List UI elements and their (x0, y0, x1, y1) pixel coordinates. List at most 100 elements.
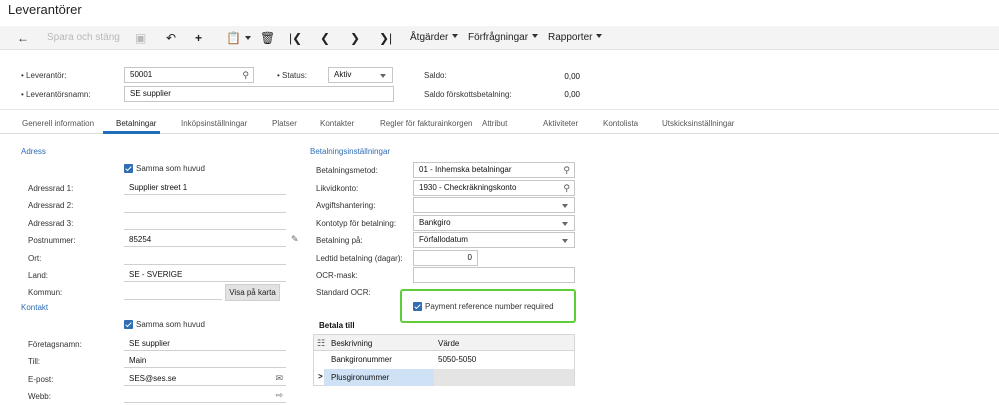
clipboard-icon[interactable]: 📋 (226, 26, 251, 50)
company-name-label: Företagsnamn: (28, 340, 82, 349)
table-row[interactable]: Bankgironummer (331, 355, 392, 364)
table-cell[interactable]: 5050-5050 (438, 355, 476, 364)
vendor-label: • Leverantör: (21, 71, 67, 80)
undo-icon[interactable]: ↶ (166, 26, 176, 50)
city-field[interactable] (124, 251, 286, 265)
contact-same-as-main-checkbox[interactable] (124, 320, 133, 329)
payment-settings-title: Betalningsinställningar (310, 147, 391, 156)
tab-attributes[interactable]: Attribut (482, 119, 507, 128)
save-close-button[interactable]: Spara och stäng (47, 26, 120, 50)
address-line3-label: Adressrad 3: (28, 219, 74, 228)
show-on-map-button[interactable]: Visa på karta (225, 284, 280, 301)
balance-label: Saldo: (424, 71, 447, 80)
balance-value: 0,00 (564, 72, 580, 81)
country-field[interactable]: SE - SVERIGE (124, 268, 286, 282)
tab-activities[interactable]: Aktiviteter (543, 119, 578, 128)
pay-to-grid: ☷ Beskrivning Värde Bankgironummer 5050-… (313, 334, 575, 386)
mail-icon[interactable]: ✉ (275, 372, 283, 385)
account-type-label: Kontotyp för betalning: (316, 219, 397, 228)
pay-on-select[interactable]: Förfallodatum (413, 232, 575, 248)
tab-invoice-inbox-rules[interactable]: Regler för fakturainkorgen (380, 119, 473, 128)
grid-settings-icon[interactable]: ☷ (317, 338, 325, 349)
vendor-field[interactable]: 50001 ⚲ (124, 67, 254, 83)
actions-menu[interactable]: Åtgärder (410, 26, 459, 50)
floppy-icon[interactable]: ▣ (135, 26, 146, 50)
email-label: E-post: (28, 375, 54, 384)
tab-contacts[interactable]: Kontakter (320, 119, 354, 128)
chevron-left-icon[interactable]: ❮ (320, 26, 330, 50)
active-tab-indicator (103, 131, 160, 134)
same-as-main-checkbox[interactable] (124, 164, 133, 173)
pay-on-label: Betalning på: (316, 236, 363, 245)
company-name-field[interactable]: SE supplier (124, 337, 286, 351)
prepay-balance-label: Saldo förskottsbetalning: (424, 90, 512, 99)
table-row[interactable]: Plusgironummer (331, 373, 389, 382)
row-pointer-icon: > (318, 372, 323, 381)
municipality-field[interactable] (124, 286, 222, 300)
address-line2-field[interactable] (124, 199, 286, 213)
tab-general[interactable]: Generell information (22, 119, 94, 128)
payment-ref-required-label: Payment reference number required (425, 302, 554, 311)
tab-delivery-settings[interactable]: Utskicksinställningar (662, 119, 734, 128)
tab-purchase-settings[interactable]: Inköpsinställningar (181, 119, 247, 128)
search-icon[interactable]: ⚲ (563, 181, 570, 195)
search-icon[interactable]: ⚲ (242, 68, 249, 82)
chevron-right-icon[interactable]: ❯ (350, 26, 360, 50)
country-label: Land: (28, 271, 49, 280)
contact-same-as-main-label: Samma som huvud (136, 320, 205, 329)
vendor-name-label: • Leverantörsnamn: (21, 90, 91, 99)
web-label: Webb: (28, 392, 51, 401)
toolbar: ← Spara och stäng ▣ ↶ + 📋 🗑 |❮ ❮ ❯ ❯| Åt… (0, 26, 999, 50)
tab-locations[interactable]: Platser (272, 119, 297, 128)
charge-handling-select[interactable] (413, 197, 575, 213)
postal-code-field[interactable]: 85254 (124, 233, 286, 247)
tab-account-list[interactable]: Kontolista (603, 119, 638, 128)
column-header-value[interactable]: Värde (438, 339, 459, 348)
contact-section-title: Kontakt (21, 303, 49, 312)
postal-code-label: Postnummer: (28, 236, 76, 245)
lead-time-field[interactable]: 0 (413, 250, 478, 266)
payment-method-field[interactable]: 01 - Inhemska betalningar ⚲ (413, 162, 575, 178)
cash-account-label: Likvidkonto: (316, 184, 359, 193)
attention-label: Till: (28, 357, 41, 366)
city-label: Ort: (28, 254, 42, 263)
header-form: • Leverantör: 50001 ⚲ • Status: Aktiv Sa… (0, 62, 999, 110)
grid-header: ☷ Beskrivning Värde (314, 335, 574, 351)
page-title: Leverantörer (8, 2, 82, 17)
trash-icon[interactable]: 🗑 (260, 26, 275, 50)
account-type-select[interactable]: Bankgiro (413, 215, 575, 231)
address-line3-field[interactable] (124, 216, 286, 230)
arrow-left-icon[interactable]: ← (17, 26, 29, 50)
pencil-icon[interactable]: ✎ (291, 234, 299, 245)
status-select[interactable]: Aktiv (328, 67, 393, 83)
search-icon[interactable]: ⚲ (563, 163, 570, 177)
vendor-name-field[interactable]: SE supplier (124, 86, 394, 102)
prepay-balance-value: 0,00 (564, 90, 580, 99)
reports-menu[interactable]: Rapporter (548, 26, 603, 50)
open-link-icon[interactable]: ⇨ (275, 389, 283, 402)
column-header-description[interactable]: Beskrivning (331, 339, 372, 348)
status-label: • Status: (277, 71, 307, 80)
ocr-mask-field[interactable] (413, 267, 575, 283)
address-line1-label: Adressrad 1: (28, 184, 74, 193)
selected-row-value-cell[interactable] (434, 369, 574, 386)
attention-field[interactable]: Main (124, 354, 286, 368)
cash-account-field[interactable]: 1930 - Checkräkningskonto ⚲ (413, 180, 575, 196)
charge-handling-label: Avgiftshantering: (316, 201, 376, 210)
tab-payments[interactable]: Betalningar (116, 119, 156, 128)
municipality-label: Kommun: (28, 288, 63, 297)
plus-icon[interactable]: + (195, 26, 202, 50)
ocr-mask-label: OCR-mask: (316, 271, 358, 280)
web-field[interactable]: ⇨ (124, 389, 286, 403)
email-field[interactable]: SES@ses.se ✉ (124, 372, 286, 386)
address-line1-field[interactable]: Supplier street 1 (124, 181, 286, 195)
first-page-icon[interactable]: |❮ (289, 26, 302, 50)
tab-bar: Generell information Betalningar Inköpsi… (0, 116, 999, 134)
same-as-main-label: Samma som huvud (136, 164, 205, 173)
last-page-icon[interactable]: ❯| (379, 26, 392, 50)
standard-ocr-label: Standard OCR: (316, 288, 371, 297)
pay-to-title: Betala till (319, 321, 355, 330)
inquiries-menu[interactable]: Förfrågningar (468, 26, 539, 50)
address-section-title: Adress (21, 147, 46, 156)
payment-ref-required-checkbox[interactable] (413, 302, 422, 311)
